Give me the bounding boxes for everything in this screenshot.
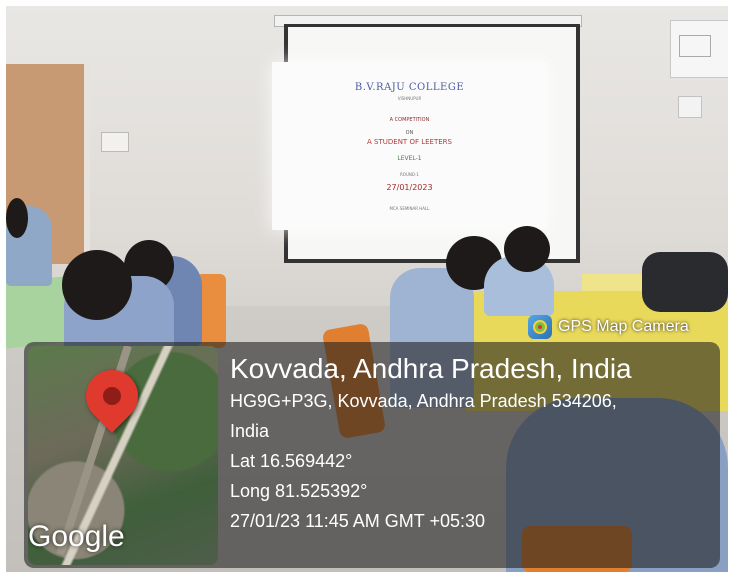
student-hair <box>62 250 132 320</box>
slide-kind: A COMPETITION <box>389 117 430 123</box>
map-pin-icon <box>75 359 149 433</box>
address-line-2: India <box>230 421 270 441</box>
air-conditioner <box>670 20 728 78</box>
gps-map-camera-icon <box>528 315 552 339</box>
switch-board <box>101 132 129 152</box>
satellite-map: Google <box>28 346 218 565</box>
slide-venue: MCA SEMINAR HALL <box>389 206 430 211</box>
projected-slide: B.V.RAJU COLLEGE VISHNUPUR A COMPETITION… <box>272 62 547 230</box>
backpack <box>642 252 728 312</box>
slide-on: ON <box>405 130 414 136</box>
google-logo: Google <box>28 520 125 553</box>
slide-topic: A STUDENT OF LEETERS <box>367 138 452 146</box>
address-line-1: HG9G+P3G, Kovvada, Andhra Pradesh 534206… <box>230 391 617 411</box>
location-title: Kovvada, Andhra Pradesh, India <box>230 353 632 384</box>
slide-round: ROUND-1 <box>400 172 419 177</box>
longitude: Long 81.525392° <box>230 481 368 501</box>
slide-place: VISHNUPUR <box>397 96 422 101</box>
student-hair <box>6 198 28 238</box>
latitude: Lat 16.569442° <box>230 451 353 471</box>
student-hair <box>504 226 550 272</box>
classroom-photo: B.V.RAJU COLLEGE VISHNUPUR A COMPETITION… <box>6 6 728 572</box>
timestamp: 27/01/23 11:45 AM GMT +05:30 <box>230 511 486 531</box>
slide-date: 27/01/2023 <box>386 183 433 192</box>
location-info: Kovvada, Andhra Pradesh, India HG9G+P3G,… <box>230 352 718 536</box>
gps-camera-label: GPS Map Camera <box>558 318 689 335</box>
slide-level: LEVEL-1 <box>397 155 422 162</box>
wall-sensor <box>678 96 702 118</box>
slide-college: B.V.RAJU COLLEGE <box>354 82 465 93</box>
gps-camera-badge: GPS Map Camera <box>528 314 689 340</box>
